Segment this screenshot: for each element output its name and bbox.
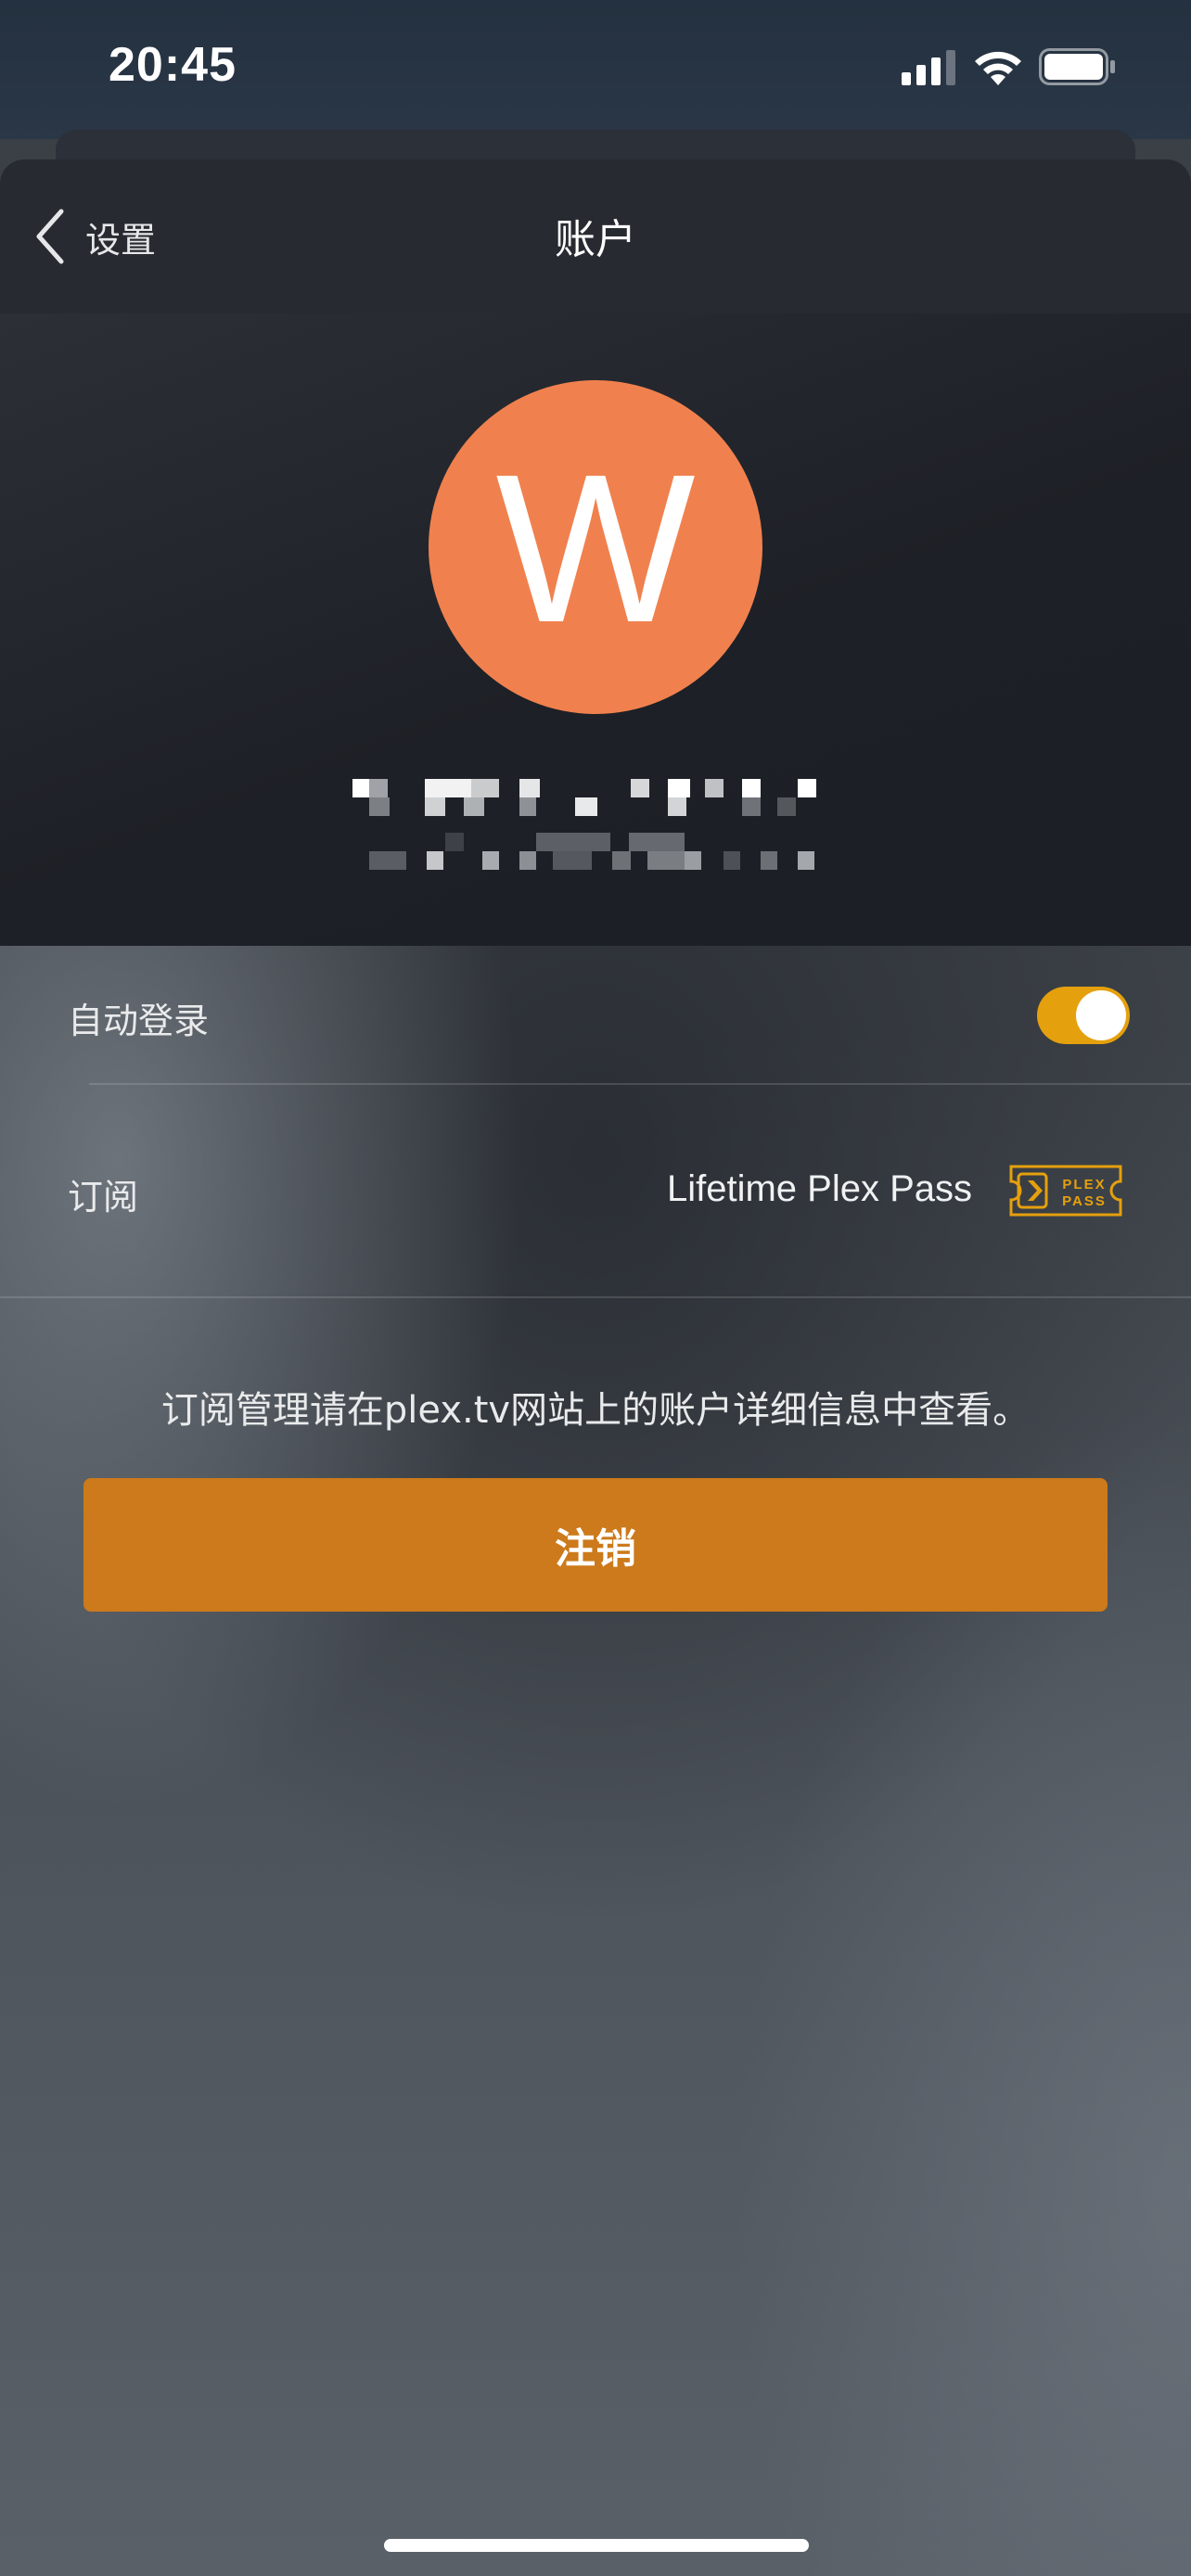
account-screen: 20:45 设置 账户 W 自动登录 订阅 Lifetime Plex Pass…: [0, 0, 1191, 2576]
username-redacted: [352, 779, 835, 816]
subscription-value: Lifetime Plex Pass: [666, 1168, 972, 1209]
auto-login-row: 自动登录: [0, 946, 1191, 1085]
cellular-signal-icon: [902, 50, 955, 85]
logout-label: 注销: [555, 1526, 636, 1572]
navigation-bar: 设置 账户: [0, 159, 1191, 313]
auto-login-toggle[interactable]: [1037, 987, 1130, 1044]
wifi-icon: [975, 51, 1021, 85]
toggle-knob: [1076, 990, 1126, 1040]
subscription-info-text: 订阅管理请在plex.tv网站上的账户详细信息中查看。: [160, 1389, 1031, 1432]
home-indicator[interactable]: [384, 2539, 809, 2552]
plex-pass-badge-icon: PLEX PASS: [1009, 1165, 1122, 1217]
email-redacted: [369, 833, 833, 870]
divider: [0, 1296, 1191, 1298]
battery-icon: [1039, 48, 1115, 85]
subscription-row: 订阅 Lifetime Plex Pass PLEX PASS: [0, 1085, 1191, 1298]
avatar: W: [429, 380, 762, 714]
logout-button[interactable]: 注销: [83, 1478, 1108, 1612]
status-bar: 20:45: [0, 0, 1191, 139]
avatar-letter: W: [495, 431, 696, 667]
profile-header: W: [0, 313, 1191, 946]
subscription-label: 订阅: [68, 1177, 139, 1218]
svg-text:PLEX: PLEX: [1062, 1177, 1106, 1192]
page-title: 账户: [555, 216, 636, 263]
svg-text:PASS: PASS: [1062, 1193, 1107, 1209]
status-time: 20:45: [109, 38, 237, 92]
auto-login-label: 自动登录: [68, 1001, 210, 1041]
